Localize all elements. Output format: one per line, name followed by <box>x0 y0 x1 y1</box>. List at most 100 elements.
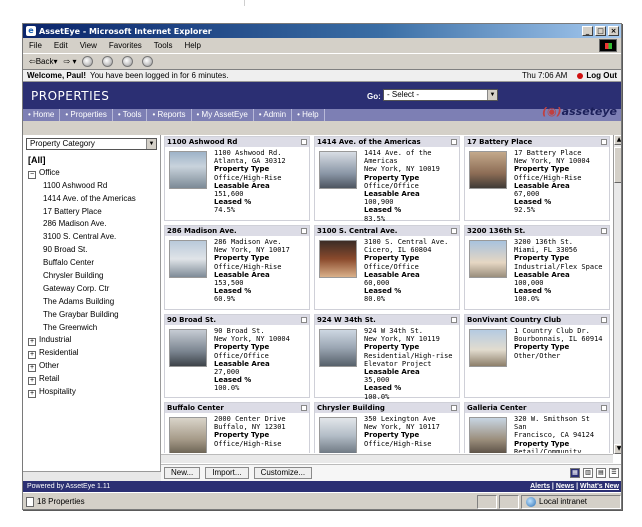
building-photo[interactable] <box>469 240 507 278</box>
tree-category[interactable]: + Retail <box>23 373 160 386</box>
property-card-title[interactable]: 286 Madison Ave. <box>165 226 309 236</box>
expand-icon[interactable]: + <box>28 338 36 347</box>
news-link[interactable]: News <box>556 483 574 490</box>
select-checkbox[interactable] <box>301 405 307 411</box>
home-button[interactable] <box>122 56 136 67</box>
property-card[interactable]: 90 Broad St. 90 Broad St. New York, NY 100… <box>164 314 310 398</box>
property-card[interactable]: 286 Madison Ave. 286 Madison Ave. New York… <box>164 225 310 310</box>
expand-icon[interactable]: + <box>28 351 36 360</box>
select-checkbox[interactable] <box>451 405 457 411</box>
tile-view-icon[interactable]: ▥ <box>583 468 593 478</box>
menu-help[interactable]: Help <box>184 41 200 50</box>
property-card-title[interactable]: 90 Broad St. <box>165 315 309 325</box>
logout-link[interactable]: Log Out <box>577 71 617 80</box>
maximize-button[interactable]: □ <box>595 26 606 36</box>
property-card[interactable]: Galleria Center 320 W. Smithson St San Fran… <box>464 402 610 453</box>
building-photo[interactable] <box>169 240 207 278</box>
menu-view[interactable]: View <box>80 41 97 50</box>
property-card[interactable]: Chrysler Building 350 Lexington Ave New Yo… <box>314 402 460 453</box>
select-checkbox[interactable] <box>301 228 307 234</box>
detail-view-icon[interactable]: ▤ <box>596 468 606 478</box>
building-photo[interactable] <box>169 329 207 367</box>
property-card[interactable]: 3100 S. Central Ave. 3100 S. Central Ave.… <box>314 225 460 310</box>
expand-icon[interactable]: + <box>28 390 36 399</box>
select-checkbox[interactable] <box>451 139 457 145</box>
property-card-title[interactable]: Buffalo Center <box>165 403 309 413</box>
vertical-scrollbar[interactable]: ▲ ▼ <box>613 135 621 454</box>
select-checkbox[interactable] <box>451 317 457 323</box>
nav-my-asseteye[interactable]: My AssetEye <box>192 109 254 121</box>
property-card-title[interactable]: 924 W 34th St. <box>315 315 459 325</box>
nav-properties[interactable]: Properties <box>60 109 113 121</box>
tree-property-item[interactable]: Buffalo Center <box>23 257 160 270</box>
select-checkbox[interactable] <box>301 317 307 323</box>
scroll-up-icon[interactable]: ▲ <box>614 135 621 145</box>
tree-property-item[interactable]: 286 Madison Ave. <box>23 218 160 231</box>
category-select[interactable]: Property Category ▼ <box>26 138 157 150</box>
building-photo[interactable] <box>469 417 507 453</box>
property-card-title[interactable]: Galleria Center <box>465 403 609 413</box>
tree-category[interactable]: + Hospitality <box>23 386 160 399</box>
select-checkbox[interactable] <box>451 228 457 234</box>
nav-reports[interactable]: Reports <box>147 109 192 121</box>
expand-icon[interactable]: + <box>28 364 36 373</box>
collapse-icon[interactable]: − <box>28 170 36 179</box>
property-card[interactable]: Buffalo Center 2000 Center Drive Buffalo, … <box>164 402 310 453</box>
scroll-thumb[interactable] <box>614 147 621 183</box>
property-card-title[interactable]: 3200 136th St. <box>465 226 609 236</box>
property-card-title[interactable]: 17 Battery Place <box>465 137 609 147</box>
menu-file[interactable]: File <box>29 41 42 50</box>
property-card[interactable]: 3200 136th St. 3200 136th St. Miami, FL 33… <box>464 225 610 310</box>
tree-property-item[interactable]: 1414 Ave. of the Americas <box>23 193 160 206</box>
horizontal-scrollbar[interactable] <box>161 454 613 463</box>
building-photo[interactable] <box>469 329 507 367</box>
search-button[interactable] <box>142 56 156 67</box>
property-card-title[interactable]: BonVivant Country Club <box>465 315 609 325</box>
alerts-link[interactable]: Alerts <box>530 483 550 490</box>
tree-property-item[interactable]: 1100 Ashwood Rd <box>23 180 160 193</box>
thumbnail-view-icon[interactable]: ▦ <box>570 468 580 478</box>
property-card-title[interactable]: Chrysler Building <box>315 403 459 413</box>
import-button[interactable]: Import... <box>205 467 249 479</box>
close-button[interactable]: × <box>608 26 619 36</box>
property-card-title[interactable]: 3100 S. Central Ave. <box>315 226 459 236</box>
tree-office[interactable]: − Office <box>23 167 160 180</box>
property-card[interactable]: 1414 Ave. of the Americas 1414 Ave. of th… <box>314 136 460 223</box>
new-button[interactable]: New... <box>164 467 201 479</box>
whats-new-link[interactable]: What's New <box>580 483 619 490</box>
select-checkbox[interactable] <box>601 139 607 145</box>
minimize-button[interactable]: _ <box>582 26 593 36</box>
tree-property-item[interactable]: The Adams Building <box>23 296 160 309</box>
list-view-icon[interactable]: ☰ <box>609 468 619 478</box>
select-checkbox[interactable] <box>601 228 607 234</box>
select-checkbox[interactable] <box>301 139 307 145</box>
expand-icon[interactable]: + <box>28 377 36 386</box>
refresh-button[interactable] <box>102 56 116 67</box>
tree-property-item[interactable]: Chrysler Building <box>23 270 160 283</box>
go-select[interactable]: - Select - ▼ <box>383 89 498 101</box>
sidebar-horizontal-scrollbar[interactable] <box>23 471 161 481</box>
scroll-down-icon[interactable]: ▼ <box>614 444 621 454</box>
tree-category[interactable]: + Other <box>23 360 160 373</box>
tree-property-item[interactable]: 90 Broad St. <box>23 244 160 257</box>
customize-button[interactable]: Customize... <box>253 467 313 479</box>
select-checkbox[interactable] <box>601 317 607 323</box>
stop-button[interactable] <box>82 56 96 67</box>
tree-category[interactable]: + Industrial <box>23 334 160 347</box>
select-checkbox[interactable] <box>601 405 607 411</box>
property-card[interactable]: 17 Battery Place 17 Battery Place New York… <box>464 136 610 221</box>
nav-help[interactable]: Help <box>292 109 325 121</box>
tree-property-item[interactable]: 17 Battery Place <box>23 206 160 219</box>
menu-favorites[interactable]: Favorites <box>109 41 142 50</box>
building-photo[interactable] <box>319 151 357 189</box>
tree-property-item[interactable]: 3100 S. Central Ave. <box>23 231 160 244</box>
property-card[interactable]: 1100 Ashwood Rd 1100 Ashwood Rd. Atlanta, … <box>164 136 310 221</box>
back-button[interactable]: ⇦ Back ▾ <box>29 57 58 66</box>
building-photo[interactable] <box>169 151 207 189</box>
building-photo[interactable] <box>319 240 357 278</box>
property-card-title[interactable]: 1414 Ave. of the Americas <box>315 137 459 147</box>
property-card-title[interactable]: 1100 Ashwood Rd <box>165 137 309 147</box>
building-photo[interactable] <box>469 151 507 189</box>
menu-tools[interactable]: Tools <box>154 41 173 50</box>
menu-edit[interactable]: Edit <box>54 41 68 50</box>
